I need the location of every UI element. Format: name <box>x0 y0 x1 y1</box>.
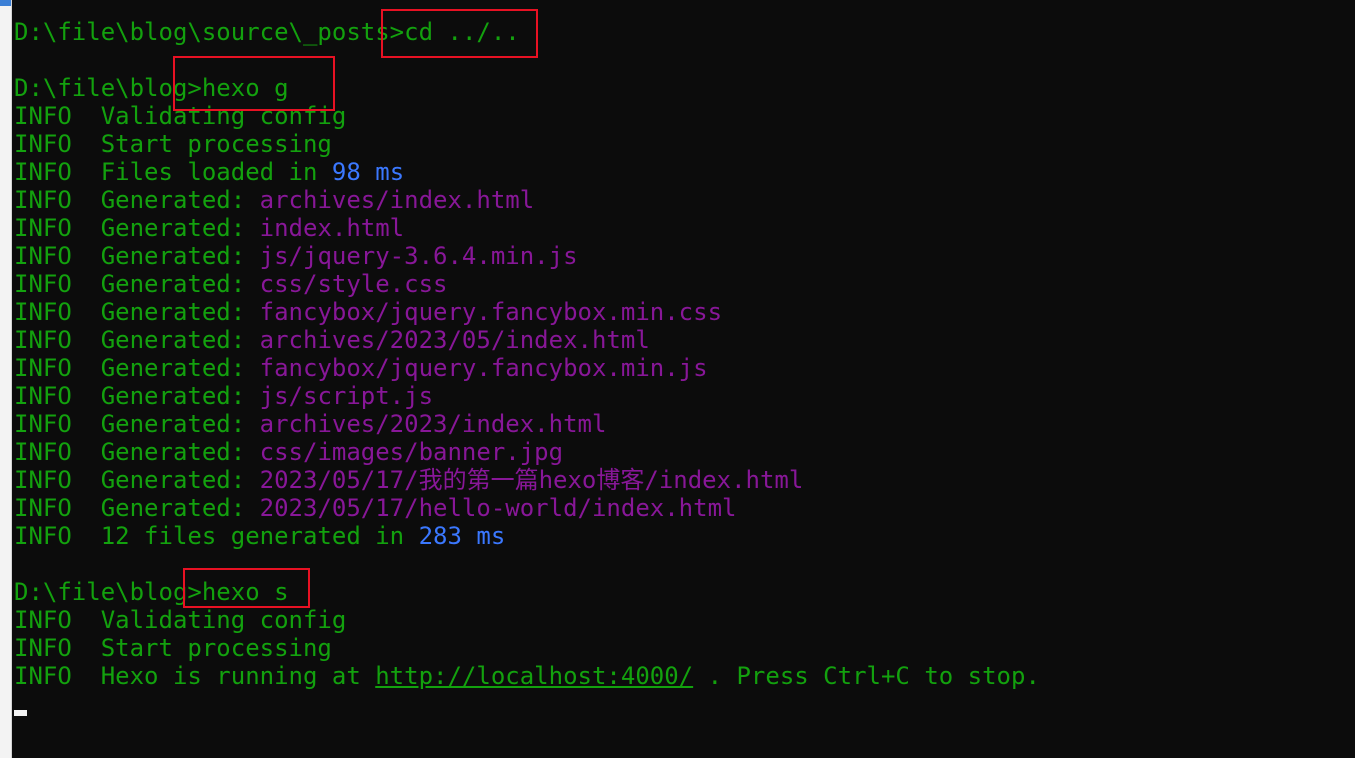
terminal-text: INFO Hexo is running at <box>14 662 376 690</box>
terminal-text: INFO Generated: <box>14 438 260 466</box>
log-line: INFO 12 files generated in 283 ms <box>14 522 1040 550</box>
terminal-text: INFO Generated: <box>14 410 260 438</box>
terminal-text: INFO Generated: <box>14 298 260 326</box>
terminal-text: css/style.css <box>259 270 448 298</box>
terminal-output: D:\file\blog\source\_posts>cd ../.. D:\f… <box>14 18 1040 690</box>
log-line: INFO Generated: archives/2023/05/index.h… <box>14 326 1040 354</box>
terminal-text: . Press Ctrl+C to stop. <box>693 662 1040 690</box>
terminal-text: INFO Generated: <box>14 494 260 522</box>
terminal-text: fancybox/jquery.fancybox.min.js <box>259 354 708 382</box>
terminal-text: 98 ms <box>331 158 405 186</box>
highlight-box-cd <box>381 9 538 58</box>
terminal-text: 2023/05/17/我的第一篇hexo博客/index.html <box>259 466 804 494</box>
terminal-text: INFO Start processing <box>14 634 332 662</box>
log-line: INFO Generated: index.html <box>14 214 1040 242</box>
terminal-text: INFO Generated: <box>14 354 260 382</box>
terminal-window[interactable]: D:\file\blog\source\_posts>cd ../.. D:\f… <box>0 0 1355 758</box>
terminal-text: 2023/05/17/hello-world/index.html <box>259 494 737 522</box>
log-line: INFO Generated: archives/index.html <box>14 186 1040 214</box>
terminal-text: archives/2023/05/index.html <box>259 326 650 354</box>
window-edge-accent <box>0 0 11 6</box>
log-line: INFO Generated: css/style.css <box>14 270 1040 298</box>
log-line: INFO Generated: 2023/05/17/我的第一篇hexo博客/i… <box>14 466 1040 494</box>
blank-line-2 <box>14 550 1040 578</box>
terminal-text: archives/index.html <box>259 186 535 214</box>
log-line: INFO Generated: js/jquery-3.6.4.min.js <box>14 242 1040 270</box>
prompt-hexo-g: D:\file\blog>hexo g <box>14 74 1040 102</box>
terminal-text: INFO Start processing <box>14 130 332 158</box>
terminal-text: INFO Validating config <box>14 606 347 634</box>
terminal-text: 283 ms <box>418 522 506 550</box>
window-left-edge <box>0 0 12 758</box>
terminal-text: INFO Generated: <box>14 382 260 410</box>
terminal-text: INFO Generated: <box>14 242 260 270</box>
log-line: INFO Generated: js/script.js <box>14 382 1040 410</box>
terminal-text: js/jquery-3.6.4.min.js <box>259 242 578 270</box>
terminal-text: INFO Generated: <box>14 186 260 214</box>
terminal-text: archives/2023/index.html <box>259 410 607 438</box>
terminal-text: INFO 12 files generated in <box>14 522 419 550</box>
log-line: INFO Generated: 2023/05/17/hello-world/i… <box>14 494 1040 522</box>
terminal-text: js/script.js <box>259 382 434 410</box>
highlight-box-hexo-g <box>173 56 335 111</box>
text-cursor <box>14 710 27 716</box>
terminal-text: INFO Generated: <box>14 270 260 298</box>
log-line: INFO Start processing <box>14 130 1040 158</box>
terminal-text: fancybox/jquery.fancybox.min.css <box>259 298 723 326</box>
log-line: INFO Start processing <box>14 634 1040 662</box>
terminal-text: INFO Generated: <box>14 466 260 494</box>
terminal-text: css/images/banner.jpg <box>259 438 564 466</box>
log-line: INFO Hexo is running at http://localhost… <box>14 662 1040 690</box>
log-line: INFO Generated: fancybox/jquery.fancybox… <box>14 354 1040 382</box>
terminal-text: index.html <box>259 214 405 242</box>
log-line: INFO Files loaded in 98 ms <box>14 158 1040 186</box>
terminal-text: D:\file\blog\source\_posts> <box>14 18 405 46</box>
terminal-text: INFO Generated: <box>14 214 260 242</box>
log-line: INFO Generated: css/images/banner.jpg <box>14 438 1040 466</box>
log-line: INFO Generated: fancybox/jquery.fancybox… <box>14 298 1040 326</box>
log-line: INFO Validating config <box>14 102 1040 130</box>
terminal-text: D:\file\blog> <box>14 578 202 606</box>
server-url-link[interactable]: http://localhost:4000/ <box>375 662 693 690</box>
terminal-text: INFO Files loaded in <box>14 158 332 186</box>
log-line: INFO Validating config <box>14 606 1040 634</box>
terminal-text: INFO Generated: <box>14 326 260 354</box>
prompt-hexo-s: D:\file\blog>hexo s <box>14 578 1040 606</box>
log-line: INFO Generated: archives/2023/index.html <box>14 410 1040 438</box>
highlight-box-hexo-s <box>183 568 310 608</box>
